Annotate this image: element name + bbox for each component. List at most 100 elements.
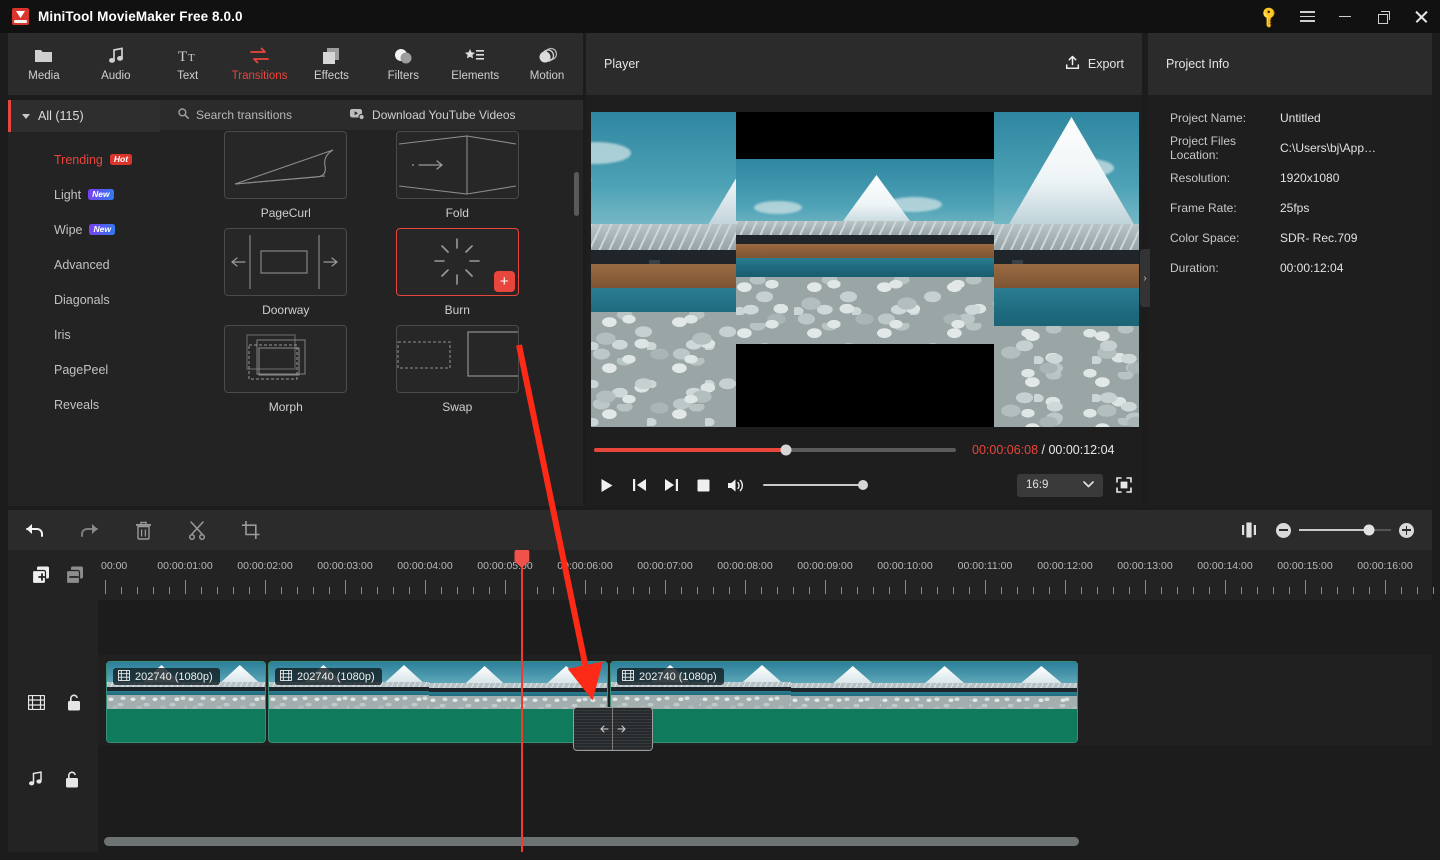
timeline-clip[interactable]: 202740 (1080p) <box>610 661 1078 743</box>
ruler-tick-minor <box>809 587 810 594</box>
category-item-advanced[interactable]: Advanced <box>8 247 160 282</box>
window-buttons: 🔑 <box>1250 0 1440 33</box>
remove-track-icon[interactable] <box>66 566 84 584</box>
key-icon[interactable]: 🔑 <box>1250 0 1288 33</box>
tab-elements[interactable]: Elements <box>439 33 511 95</box>
info-key: Project Name: <box>1170 111 1247 125</box>
ruler-tick-minor <box>1289 587 1290 594</box>
transition-thumb[interactable] <box>395 325 519 393</box>
video-preview[interactable] <box>591 112 1139 427</box>
film-strip-icon <box>117 669 131 684</box>
export-button[interactable]: Export <box>1065 55 1124 73</box>
zoom-out-button[interactable] <box>1276 522 1291 538</box>
close-icon[interactable] <box>1402 0 1440 33</box>
category-item-pagepeel[interactable]: PagePeel <box>8 352 160 387</box>
ruler-tick-major <box>265 580 266 594</box>
add-track-icon[interactable] <box>32 566 50 584</box>
maximize-icon[interactable] <box>1364 0 1402 33</box>
info-value: 00:00:12:04 <box>1280 261 1344 275</box>
unlock-icon[interactable] <box>65 771 79 788</box>
seek-slider[interactable] <box>594 444 956 456</box>
timeline-horizontal-scrollbar[interactable] <box>104 837 1079 846</box>
ruler-tick-minor <box>409 587 410 594</box>
ruler-tick-minor <box>249 587 250 594</box>
badge-new: New <box>88 188 114 201</box>
volume-handle[interactable] <box>858 480 868 490</box>
audio-track-header <box>8 754 98 804</box>
tab-motion[interactable]: Motion <box>511 33 583 95</box>
seek-handle[interactable] <box>780 444 792 456</box>
transition-thumb[interactable] <box>224 228 348 296</box>
download-youtube-videos-button[interactable]: Download YouTube Videos <box>350 108 516 123</box>
time-display: 00:00:06:08 / 00:00:12:04 <box>972 443 1115 457</box>
category-item-wipe[interactable]: Wipe New <box>8 212 160 247</box>
ruler-tick-minor <box>761 587 762 594</box>
collapse-panel-button[interactable]: › <box>1140 249 1150 307</box>
transition-thumb[interactable] <box>395 131 519 199</box>
ruler-tick-minor <box>953 587 954 594</box>
transition-label: Swap <box>442 400 473 414</box>
ruler-tick-minor <box>1401 587 1402 594</box>
category-item-reveals[interactable]: Reveals <box>8 387 160 422</box>
minimize-icon[interactable] <box>1326 0 1364 33</box>
tab-effects[interactable]: Effects <box>296 33 368 95</box>
category-item-trending[interactable]: Trending Hot <box>8 142 160 177</box>
music-icon[interactable] <box>28 771 43 787</box>
timeline-ruler[interactable]: 00:00 00:00:01:00 00:00:02:00 00:00:03:0… <box>98 550 1434 600</box>
transition-thumb-selected[interactable]: + <box>395 228 519 296</box>
timeline-toolbar <box>8 510 1432 550</box>
volume-button[interactable] <box>719 470 751 500</box>
timeline-clip[interactable]: 202740 (1080p) <box>106 661 266 743</box>
category-item-iris[interactable]: Iris <box>8 317 160 352</box>
undo-button[interactable] <box>8 510 62 550</box>
next-frame-button[interactable] <box>655 470 687 500</box>
transition-tile-pagecurl[interactable]: PageCurl <box>215 131 357 228</box>
menu-icon[interactable] <box>1288 0 1326 33</box>
tab-transitions[interactable]: Transitions <box>224 33 296 95</box>
zoom-handle[interactable] <box>1363 524 1375 536</box>
video-track[interactable]: 202740 (1080p) 202740 (1080p) 202740 (10… <box>98 655 1432 751</box>
transition-tile-morph[interactable]: Morph <box>215 325 357 422</box>
volume-slider[interactable] <box>763 480 868 490</box>
category-item-diagonals[interactable]: Diagonals <box>8 282 160 317</box>
add-transition-button[interactable]: + <box>493 271 515 292</box>
transition-drop-target[interactable] <box>573 707 653 751</box>
video-track-header <box>8 660 98 744</box>
category-all[interactable]: All (115) <box>8 100 160 132</box>
search-input[interactable]: Search transitions <box>160 108 292 122</box>
unlock-icon[interactable] <box>67 694 81 711</box>
ruler-tick-major <box>585 580 586 594</box>
tab-audio[interactable]: Audio <box>80 33 152 95</box>
tab-text[interactable]: TT Text <box>152 33 224 95</box>
transition-tile-doorway[interactable]: Doorway <box>215 228 357 325</box>
fullscreen-button[interactable] <box>1109 471 1139 499</box>
crop-button[interactable] <box>224 510 278 550</box>
ruler-tick-minor <box>681 587 682 594</box>
fit-icon[interactable] <box>1222 510 1276 550</box>
transition-tile-swap[interactable]: Swap <box>387 325 529 422</box>
play-button[interactable] <box>591 470 623 500</box>
split-button[interactable] <box>170 510 224 550</box>
transition-thumb[interactable] <box>224 131 348 199</box>
ruler-tick-minor <box>537 587 538 594</box>
timeline-clip[interactable]: 202740 (1080p) <box>268 661 608 743</box>
tab-media[interactable]: Media <box>8 33 80 95</box>
stop-button[interactable] <box>687 470 719 500</box>
delete-button[interactable] <box>116 510 170 550</box>
zoom-in-button[interactable] <box>1399 522 1414 538</box>
aspect-ratio-select[interactable]: 16:9 <box>1017 473 1103 497</box>
transition-thumb[interactable] <box>224 325 348 393</box>
transitions-scrollbar[interactable] <box>574 172 579 216</box>
film-icon[interactable] <box>28 694 45 710</box>
category-item-light[interactable]: Light New <box>8 177 160 212</box>
transition-tile-burn[interactable]: + Burn <box>387 228 529 325</box>
redo-button[interactable] <box>62 510 116 550</box>
ruler-tick-major <box>185 580 186 594</box>
audio-track[interactable] <box>98 754 1432 804</box>
transition-tile-fold[interactable]: Fold <box>387 131 529 228</box>
tab-filters[interactable]: Filters <box>367 33 439 95</box>
zoom-slider[interactable] <box>1299 524 1391 536</box>
ruler-label: 00:00 <box>101 560 128 572</box>
timeline-zoom-controls <box>1222 510 1432 550</box>
previous-frame-button[interactable] <box>623 470 655 500</box>
